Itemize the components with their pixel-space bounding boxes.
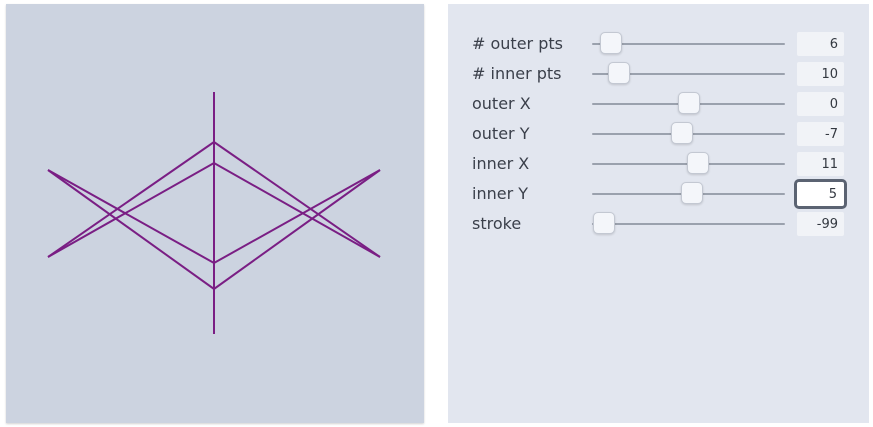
outer-y-label: outer Y: [472, 124, 530, 143]
inner-pts-input[interactable]: [797, 62, 844, 86]
inner-x-input[interactable]: [797, 152, 844, 176]
control-row-inner-y: inner Y: [448, 179, 869, 209]
stroke-input[interactable]: [797, 212, 844, 236]
inner-x-label: inner X: [472, 154, 530, 173]
outer-x-label: outer X: [472, 94, 531, 113]
slider-thumb[interactable]: [670, 122, 693, 144]
inner-x-slider[interactable]: [592, 152, 785, 176]
inner-pts-slider[interactable]: [592, 62, 785, 86]
slider-thumb[interactable]: [687, 152, 710, 174]
control-row-outer-pts: # outer pts: [448, 29, 869, 59]
stroke-label: stroke: [472, 214, 522, 233]
slider-thumb[interactable]: [608, 62, 631, 84]
slider-thumb[interactable]: [677, 92, 700, 114]
outer-y-input[interactable]: [797, 122, 844, 146]
stroke-slider[interactable]: [592, 212, 785, 236]
control-row-inner-pts: # inner pts: [448, 59, 869, 89]
slider-track: [592, 223, 785, 225]
outer-pts-label: # outer pts: [472, 34, 563, 53]
slider-thumb[interactable]: [600, 32, 623, 54]
control-row-inner-x: inner X: [448, 149, 869, 179]
outer-x-slider[interactable]: [592, 92, 785, 116]
star-drawing: [47, 92, 381, 334]
inner-y-input[interactable]: [794, 179, 847, 209]
drawing-canvas: [6, 4, 424, 423]
control-row-stroke: stroke: [448, 209, 869, 239]
outer-pts-input[interactable]: [797, 32, 844, 56]
inner-y-slider[interactable]: [592, 182, 785, 206]
controls-panel: # outer pts # inner pts outer X outer Y: [448, 4, 869, 423]
control-row-outer-y: outer Y: [448, 119, 869, 149]
slider-thumb[interactable]: [592, 212, 615, 234]
slider-thumb[interactable]: [681, 182, 704, 204]
outer-x-input[interactable]: [797, 92, 844, 116]
inner-pts-label: # inner pts: [472, 64, 562, 83]
inner-y-label: inner Y: [472, 184, 529, 203]
outer-pts-slider[interactable]: [592, 32, 785, 56]
control-row-outer-x: outer X: [448, 89, 869, 119]
outer-y-slider[interactable]: [592, 122, 785, 146]
